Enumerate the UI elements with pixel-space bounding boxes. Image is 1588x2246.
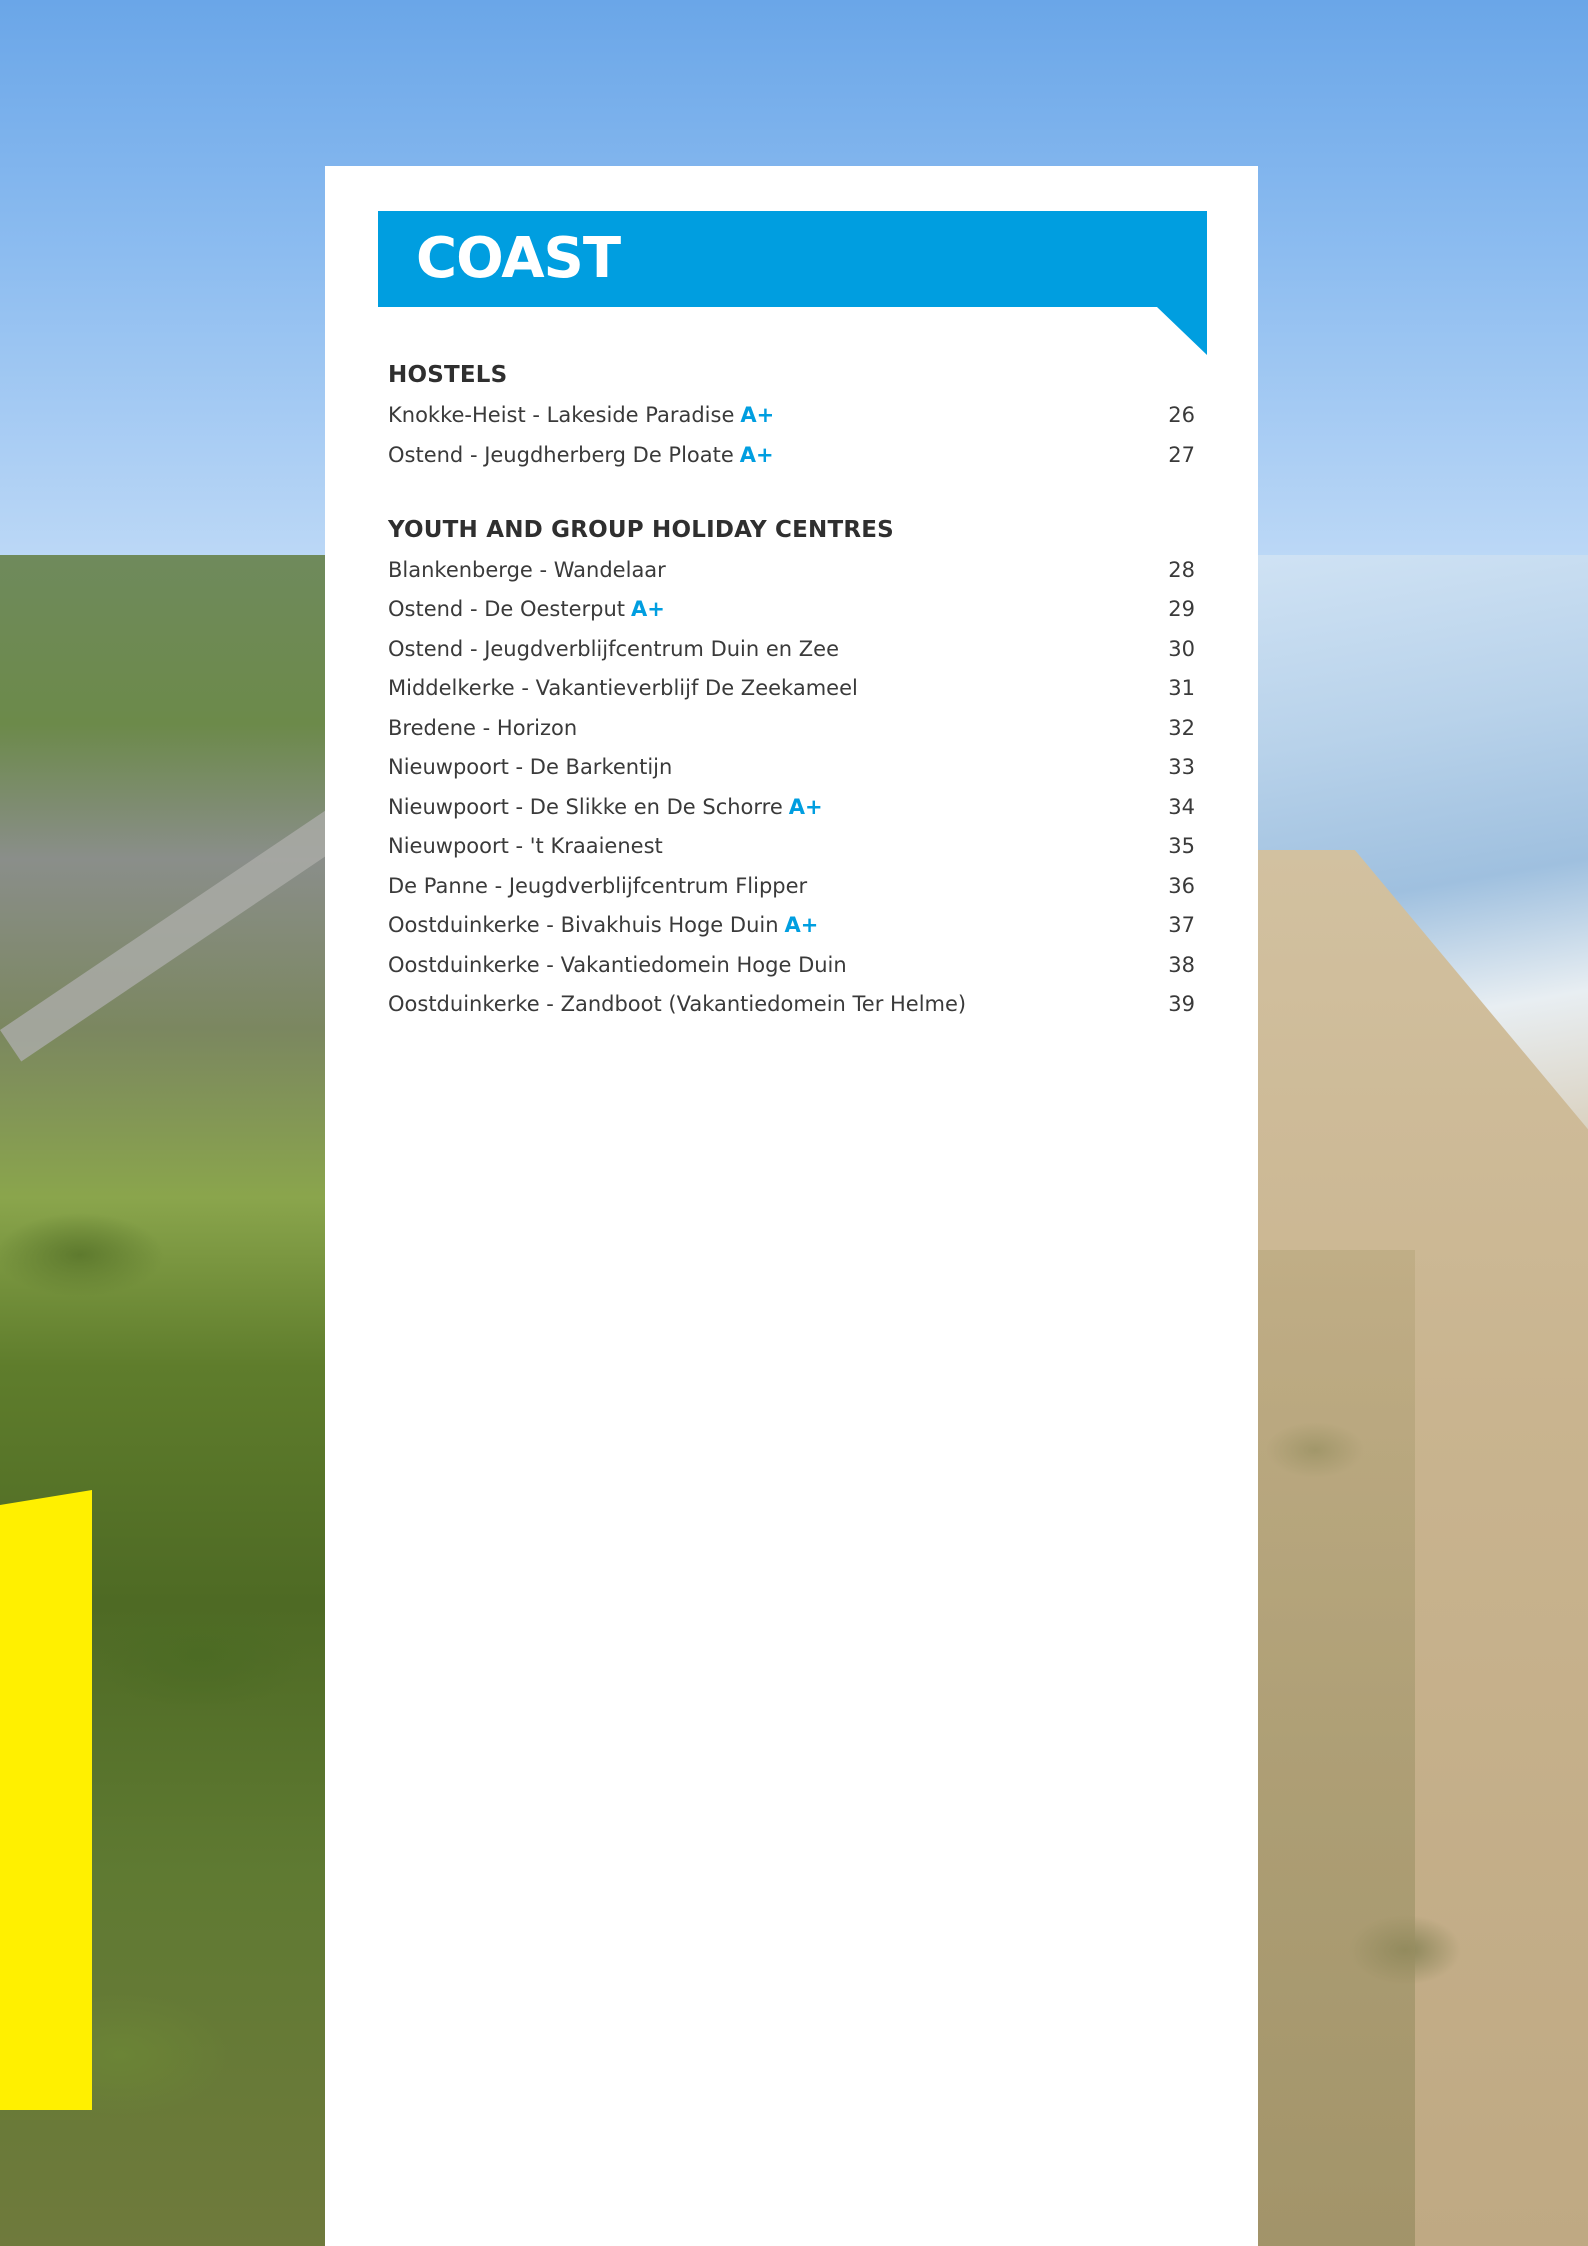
toc-item-label: Oostduinkerke - Vakantiedomein Hoge Duin	[388, 953, 847, 977]
accessibility-badge: A+	[784, 913, 819, 937]
toc-item[interactable]: Oostduinkerke - Zandboot (Vakantiedomein…	[388, 988, 1195, 1020]
accessibility-badge: A+	[740, 403, 775, 427]
accessibility-badge: A+	[788, 795, 823, 819]
toc-item-label: Bredene - Horizon	[388, 716, 578, 740]
yellow-accent-shape	[0, 1490, 92, 2110]
toc-item[interactable]: Oostduinkerke - Vakantiedomein Hoge Duin…	[388, 949, 1195, 981]
toc-page-number: 39	[1168, 992, 1195, 1016]
toc-page-number: 30	[1168, 637, 1195, 661]
toc-item[interactable]: Bredene - Horizon 32	[388, 712, 1195, 744]
beach-dunes	[1255, 1250, 1415, 2246]
toc-page-number: 31	[1168, 676, 1195, 700]
toc-item-label: Nieuwpoort - De Barkentijn	[388, 755, 673, 779]
toc-page-number: 36	[1168, 874, 1195, 898]
toc-item[interactable]: Ostend - De Oesterput A+ 29	[388, 593, 1195, 625]
toc-page-number: 34	[1168, 795, 1195, 819]
toc-item[interactable]: Ostend - Jeugdverblijfcentrum Duin en Ze…	[388, 633, 1195, 665]
toc-item-label: Knokke-Heist - Lakeside Paradise	[388, 403, 735, 427]
toc-page-number: 32	[1168, 716, 1195, 740]
section-heading-holiday-centres: YOUTH AND GROUP HOLIDAY CENTRES	[388, 517, 894, 543]
toc-item-label: Middelkerke - Vakantieverblijf De Zeekam…	[388, 676, 858, 700]
toc-item-label: Ostend - De Oesterput	[388, 597, 626, 621]
contents-panel: COAST HOSTELS Knokke-Heist - Lakeside Pa…	[325, 166, 1258, 2246]
toc-item[interactable]: Ostend - Jeugdherberg De Ploate A+ 27	[388, 439, 1195, 471]
toc-item-label: Ostend - Jeugdverblijfcentrum Duin en Ze…	[388, 637, 839, 661]
toc-item[interactable]: De Panne - Jeugdverblijfcentrum Flipper …	[388, 870, 1195, 902]
toc-item[interactable]: Blankenberge - Wandelaar 28	[388, 554, 1195, 586]
accessibility-badge: A+	[631, 597, 665, 621]
toc-page-number: 37	[1168, 913, 1195, 937]
toc-page-number: 27	[1168, 443, 1195, 467]
section-banner: COAST	[378, 211, 1207, 307]
toc-page-number: 35	[1168, 834, 1195, 858]
toc-item[interactable]: Nieuwpoort - De Slikke en De Schorre A+ 3…	[388, 791, 1195, 823]
toc-item[interactable]: Knokke-Heist - Lakeside Paradise A+ 26	[388, 399, 1195, 431]
toc-item-label: Blankenberge - Wandelaar	[388, 558, 666, 582]
toc-item-label: Nieuwpoort - De Slikke en De Schorre	[388, 795, 783, 819]
toc-item[interactable]: Nieuwpoort - De Barkentijn 33	[388, 751, 1195, 783]
toc-page-number: 26	[1168, 403, 1195, 427]
toc-item[interactable]: Nieuwpoort - 't Kraaienest 35	[388, 830, 1195, 862]
section-heading-hostels: HOSTELS	[388, 362, 508, 388]
page-title: COAST	[416, 226, 621, 291]
toc-item[interactable]: Middelkerke - Vakantieverblijf De Zeekam…	[388, 672, 1195, 704]
accessibility-badge: A+	[739, 443, 774, 467]
banner-fold	[1157, 307, 1207, 355]
toc-page-number: 38	[1168, 953, 1195, 977]
toc-page-number: 33	[1168, 755, 1195, 779]
toc-page-number: 28	[1168, 558, 1195, 582]
toc-item-label: Oostduinkerke - Zandboot (Vakantiedomein…	[388, 992, 967, 1016]
toc-item-label: Oostduinkerke - Bivakhuis Hoge Duin	[388, 913, 779, 937]
toc-item[interactable]: Oostduinkerke - Bivakhuis Hoge Duin A+ 37	[388, 909, 1195, 941]
toc-item-label: Ostend - Jeugdherberg De Ploate	[388, 443, 734, 467]
toc-page-number: 29	[1168, 597, 1195, 621]
toc-item-label: De Panne - Jeugdverblijfcentrum Flipper	[388, 874, 808, 898]
toc-item-label: Nieuwpoort - 't Kraaienest	[388, 834, 663, 858]
